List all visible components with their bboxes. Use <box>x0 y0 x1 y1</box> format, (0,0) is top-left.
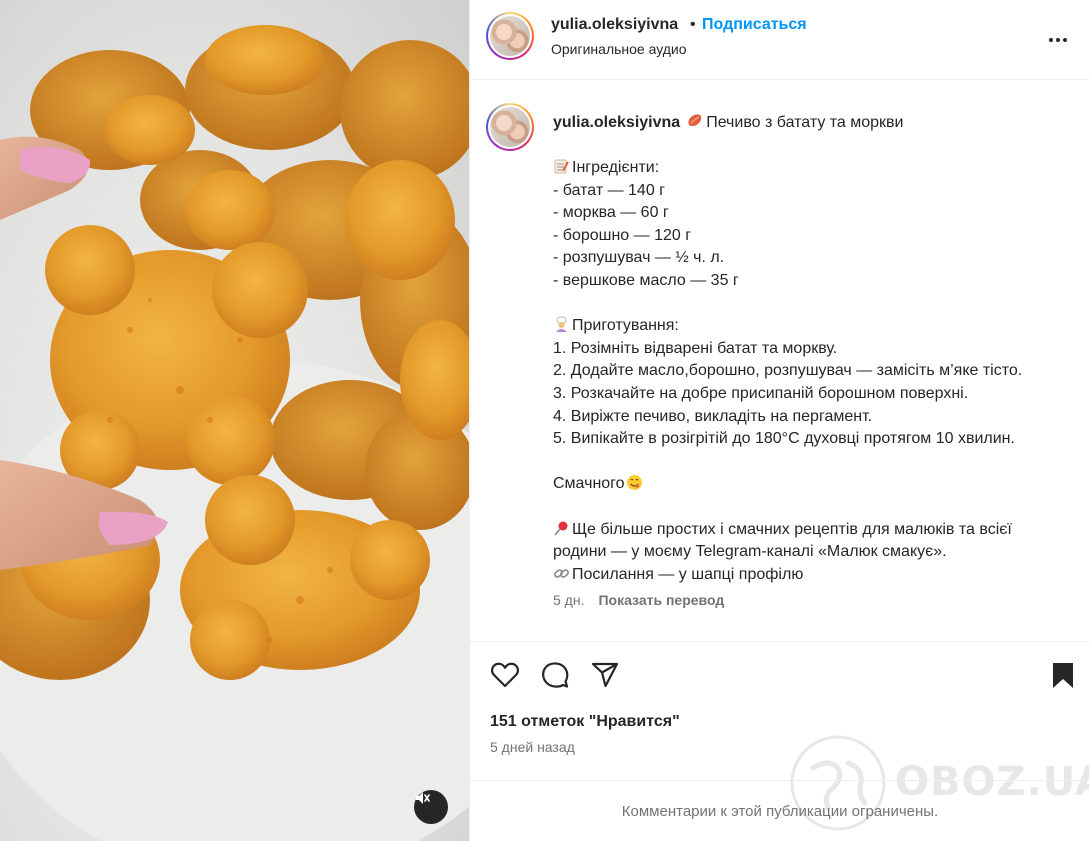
caption: yulia.oleksiyivna Печиво з батату та морк… <box>470 81 1089 641</box>
heart-icon[interactable] <box>490 660 520 690</box>
promo-line: Ще більше простих і смачних рецептів для… <box>572 520 1012 538</box>
ingredients-heading: Інгредієнти: <box>572 159 660 176</box>
post-date[interactable]: 5 дней назад <box>490 739 575 755</box>
pushpin-icon <box>554 521 568 536</box>
bookmark-icon[interactable] <box>1048 660 1078 690</box>
ingredient-item: - батат — 140 г <box>553 181 666 199</box>
comment-icon[interactable] <box>540 660 570 690</box>
step-item: 4. Виріжте печиво, викладіть на пергамен… <box>553 407 873 425</box>
profile-link-line: Посилання — у шапці профілю <box>572 565 804 583</box>
promo-line: родини — у моєму Telegram-каналі «Малюк … <box>553 543 947 561</box>
mute-button[interactable] <box>414 790 448 824</box>
avatar[interactable] <box>486 12 534 60</box>
step-item: 5. Випікайте в розігрітій до 180°C духов… <box>553 430 1015 448</box>
prep-heading: Приготування: <box>572 317 679 335</box>
likes-count[interactable]: 151 отметок "Нравится" <box>490 713 680 731</box>
caption-header: yulia.oleksiyivna Печиво з батату та морк… <box>553 112 904 134</box>
link-icon <box>554 568 569 578</box>
header-username[interactable]: yulia.oleksiyivna <box>551 16 678 34</box>
caption-meta: 5 дн. Показать перевод <box>553 592 724 608</box>
yum-face-icon <box>626 475 642 491</box>
ingredient-item: - розпушувач — ½ ч. л. <box>553 249 725 267</box>
cook-icon <box>556 316 567 333</box>
cookie-photo <box>0 25 469 841</box>
audio-label[interactable]: Оригинальное аудио <box>551 41 687 57</box>
step-item: 1. Розімніть відварені батат та моркву. <box>553 339 838 357</box>
translate-button[interactable]: Показать перевод <box>598 592 724 608</box>
sweet-potato-icon <box>688 114 702 127</box>
speaker-muted-icon <box>416 792 430 804</box>
post-media[interactable] <box>0 0 469 841</box>
tasty-text: Смачного <box>553 475 625 493</box>
ingredient-item: - вершкове масло — 35 г <box>553 271 739 289</box>
separator-dot: • <box>690 16 696 33</box>
ingredient-item: - морква — 60 г <box>553 204 669 222</box>
action-bar: 151 отметок "Нравится" 5 дней назад OBOZ… <box>470 641 1089 841</box>
caption-username[interactable]: yulia.oleksiyivna <box>553 114 680 131</box>
caption-title: Печиво з батату та моркви <box>706 114 904 131</box>
caption-avatar[interactable] <box>486 103 534 151</box>
step-item: 2. Додайте масло,борошно, розпушувач — з… <box>553 362 1023 380</box>
follow-button[interactable]: Подписаться <box>702 16 807 34</box>
step-item: 3. Розкачайте на добре присипаній борошн… <box>553 384 969 402</box>
ingredient-item: - борошно — 120 г <box>553 226 692 244</box>
more-horizontal-icon[interactable] <box>1046 28 1070 52</box>
comments-restricted-notice: Комментарии к этой публикации ограничены… <box>470 780 1089 841</box>
post-header: yulia.oleksiyivna • Подписаться Оригинал… <box>470 0 1089 80</box>
caption-age: 5 дн. <box>553 592 585 608</box>
share-icon[interactable] <box>590 660 620 690</box>
caption-body: Інгредієнти: - батат — 140 г - морква — … <box>553 157 1078 586</box>
post-panel: yulia.oleksiyivna • Подписаться Оригинал… <box>469 0 1089 841</box>
memo-icon <box>554 159 569 174</box>
